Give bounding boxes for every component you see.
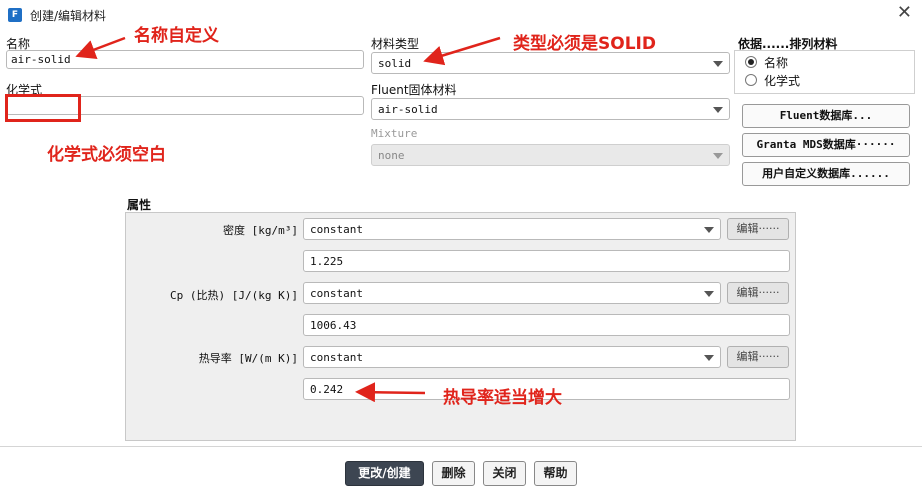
annotation-type-solid: 类型必须是SOLID [513,34,656,54]
type-arrow [423,36,501,66]
annotation-conductivity: 热导率适当增大 [443,388,562,408]
annotation-arrows [75,36,501,403]
conductivity-arrow [355,382,426,403]
annotation-formula-blank: 化学式必须空白 [47,145,166,165]
name-arrow [75,36,126,60]
annotation-name-custom: 名称自定义 [134,26,219,46]
